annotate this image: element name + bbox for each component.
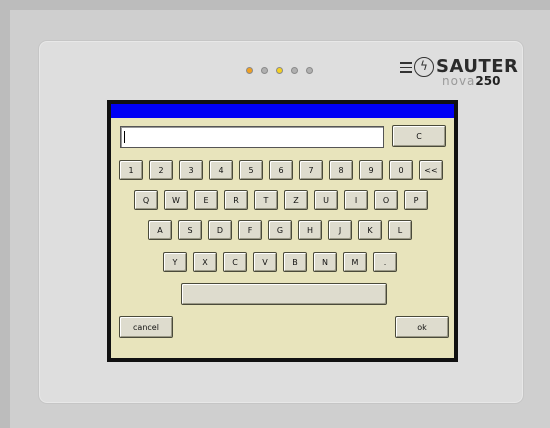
- key-s[interactable]: S: [178, 220, 202, 240]
- status-led: [276, 67, 283, 74]
- key-f[interactable]: F: [238, 220, 262, 240]
- status-led: [291, 67, 298, 74]
- key-3[interactable]: 3: [179, 160, 203, 180]
- key-b[interactable]: B: [283, 252, 307, 272]
- key-u[interactable]: U: [314, 190, 338, 210]
- key-e[interactable]: E: [194, 190, 218, 210]
- key-period[interactable]: .: [373, 252, 397, 272]
- key-9[interactable]: 9: [359, 160, 383, 180]
- product-name: nova250: [442, 74, 501, 88]
- touch-screen: C ok cancel 1 2 3 4 5 6 7 8 9 0 << Q W E R T Z U I O P A S D F G H…: [107, 100, 458, 362]
- status-led: [261, 67, 268, 74]
- keyboard-dialog: C ok cancel 1 2 3 4 5 6 7 8 9 0 << Q W E R T Z U I O P A S D F G H…: [111, 104, 454, 358]
- key-4[interactable]: 4: [209, 160, 233, 180]
- key-backspace[interactable]: <<: [419, 160, 443, 180]
- key-o[interactable]: O: [374, 190, 398, 210]
- key-7[interactable]: 7: [299, 160, 323, 180]
- key-t[interactable]: T: [254, 190, 278, 210]
- key-6[interactable]: 6: [269, 160, 293, 180]
- key-z[interactable]: Z: [284, 190, 308, 210]
- cancel-button[interactable]: cancel: [119, 316, 173, 338]
- key-8[interactable]: 8: [329, 160, 353, 180]
- key-c[interactable]: C: [223, 252, 247, 272]
- status-led: [306, 67, 313, 74]
- key-i[interactable]: I: [344, 190, 368, 210]
- key-k[interactable]: K: [358, 220, 382, 240]
- clear-button[interactable]: C: [392, 125, 446, 147]
- key-g[interactable]: G: [268, 220, 292, 240]
- key-h[interactable]: H: [298, 220, 322, 240]
- key-w[interactable]: W: [164, 190, 188, 210]
- key-r[interactable]: R: [224, 190, 248, 210]
- key-1[interactable]: 1: [119, 160, 143, 180]
- dialog-titlebar: [111, 104, 454, 118]
- key-2[interactable]: 2: [149, 160, 173, 180]
- key-n[interactable]: N: [313, 252, 337, 272]
- space-key[interactable]: [181, 283, 387, 305]
- lightning-logo-icon: ϟ: [414, 57, 434, 77]
- key-j[interactable]: J: [328, 220, 352, 240]
- ok-button[interactable]: ok: [395, 316, 449, 338]
- key-q[interactable]: Q: [134, 190, 158, 210]
- text-caret: [124, 131, 125, 143]
- status-leds: [246, 67, 313, 77]
- text-input-field[interactable]: [120, 126, 384, 148]
- key-d[interactable]: D: [208, 220, 232, 240]
- key-x[interactable]: X: [193, 252, 217, 272]
- key-l[interactable]: L: [388, 220, 412, 240]
- key-v[interactable]: V: [253, 252, 277, 272]
- key-p[interactable]: P: [404, 190, 428, 210]
- status-led: [246, 67, 253, 74]
- key-a[interactable]: A: [148, 220, 172, 240]
- key-5[interactable]: 5: [239, 160, 263, 180]
- logo-lines-icon: [400, 62, 412, 76]
- key-m[interactable]: M: [343, 252, 367, 272]
- sauter-logo: ϟ SAUTER nova250: [400, 56, 520, 90]
- key-y[interactable]: Y: [163, 252, 187, 272]
- key-0[interactable]: 0: [389, 160, 413, 180]
